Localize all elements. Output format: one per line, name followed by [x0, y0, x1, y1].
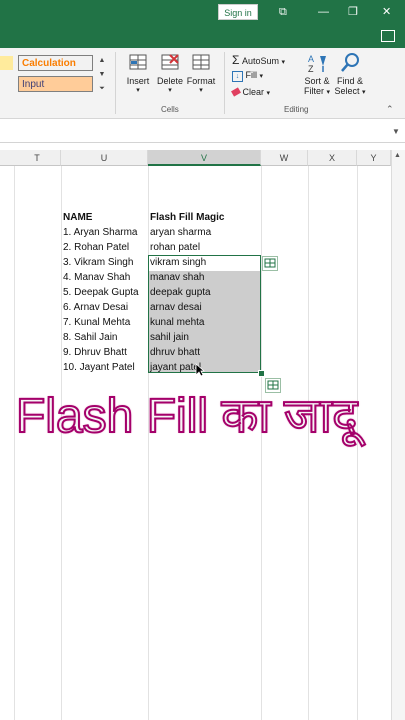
clear-button[interactable]: Clear ▾ [231, 87, 271, 97]
delete-cells-icon [161, 54, 179, 70]
find-dropdown-icon: ▾ [362, 89, 366, 96]
vertical-scrollbar[interactable] [391, 150, 405, 720]
ribbon-separator [115, 52, 116, 114]
sigma-icon: Σ [232, 53, 240, 67]
title-bar: Sign in ⧉ — ❐ ✕ [0, 0, 405, 24]
format-cells-icon [192, 54, 210, 70]
flash-cell[interactable]: vikram singh [150, 256, 206, 270]
name-cell[interactable]: 10. Jayant Patel [63, 361, 135, 375]
name-cell[interactable]: 4. Manav Shah [63, 271, 130, 285]
flash-cell[interactable]: sahil jain [150, 331, 189, 345]
format-dropdown-icon: ▾ [199, 87, 203, 94]
flash-cell[interactable]: manav shah [150, 271, 204, 285]
name-cell[interactable]: 3. Vikram Singh [63, 256, 133, 270]
flash-cell[interactable]: jayant patel [150, 361, 201, 375]
restore-icon[interactable]: ❐ [348, 5, 358, 19]
style-input[interactable]: Input [18, 76, 93, 92]
name-cell[interactable]: 1. Aryan Sharma [63, 226, 137, 240]
styles-more-icon[interactable]: ⏷ [97, 84, 107, 94]
column-header-w[interactable]: W [261, 150, 308, 166]
column-header-u[interactable]: U [61, 150, 148, 166]
delete-dropdown-icon: ▾ [168, 87, 172, 94]
name-cell[interactable]: 6. Arnav Desai [63, 301, 128, 315]
close-icon[interactable]: ✕ [382, 5, 391, 19]
scroll-up-icon[interactable]: ▲ [394, 152, 401, 159]
ribbon-separator [224, 52, 225, 114]
svg-text:A: A [308, 54, 314, 64]
autosum-button[interactable]: Σ AutoSum ▾ [232, 53, 285, 67]
fill-down-icon: ↓ [232, 71, 243, 82]
sort-dropdown-icon: ▾ [326, 89, 331, 96]
delete-button[interactable]: Delete ▾ [155, 52, 185, 94]
insert-cells-icon [129, 54, 147, 70]
column-header-t[interactable]: T [14, 150, 61, 166]
cell-flash-fill-header[interactable]: Flash Fill Magic [150, 211, 224, 225]
styles-scroll-up-icon[interactable]: ▲ [97, 56, 107, 66]
name-cell[interactable]: 9. Dhruv Bhatt [63, 346, 127, 360]
flash-cell[interactable]: aryan sharma [150, 226, 211, 240]
name-cell[interactable]: 5. Deepak Gupta [63, 286, 139, 300]
format-button[interactable]: Format ▾ [185, 52, 217, 94]
flash-cell[interactable]: rohan patel [150, 241, 200, 255]
ribbon: Calculation Input ▲ ▼ ⏷ Insert ▾ Delete … [0, 48, 405, 119]
sort-filter-button[interactable]: A Z Sort & Filter ▾ [300, 52, 334, 96]
collapse-ribbon-icon[interactable]: ⌃ [386, 104, 394, 115]
minimize-icon[interactable]: — [318, 5, 329, 19]
column-header-y[interactable]: Y [357, 150, 391, 166]
fill-dropdown-icon: ▾ [259, 73, 264, 80]
name-cell[interactable]: 7. Kunal Mehta [63, 316, 130, 330]
column-header-v[interactable]: V [148, 150, 261, 166]
column-header-blank [0, 150, 14, 166]
autosum-dropdown-icon: ▾ [281, 59, 285, 66]
comments-icon[interactable] [381, 30, 395, 42]
name-cell[interactable]: 8. Sahil Jain [63, 331, 117, 345]
fill-handle[interactable] [258, 370, 265, 377]
expand-formula-bar-icon[interactable]: ▼ [392, 127, 400, 136]
svg-text:Z: Z [308, 64, 314, 74]
grid-line [14, 166, 15, 720]
cell-name-header[interactable]: NAME [63, 211, 92, 225]
ribbon-display-icon[interactable]: ⧉ [279, 5, 287, 19]
style-calculation[interactable]: Calculation [18, 55, 93, 71]
insert-button[interactable]: Insert ▾ [121, 52, 155, 94]
fill-button[interactable]: ↓ Fill ▾ [232, 70, 263, 82]
ribbon-tabs-bar [0, 24, 405, 48]
find-select-button[interactable]: Find & Select ▾ [333, 52, 367, 96]
sort-az-icon: A Z [308, 54, 326, 74]
formula-bar[interactable]: ▼ [0, 124, 405, 143]
sign-in-button[interactable]: Sign in [218, 4, 258, 20]
overlay-caption: Flash Fill का जादू [15, 389, 359, 444]
styles-scroll-down-icon[interactable]: ▼ [97, 70, 107, 80]
flash-cell[interactable]: deepak gupta [150, 286, 211, 300]
flash-fill-options-icon[interactable] [262, 256, 278, 271]
column-header-x[interactable]: X [308, 150, 357, 166]
mouse-pointer-icon [195, 363, 205, 377]
editing-group-label: Editing [284, 105, 309, 114]
style-swatch-neutral[interactable] [0, 56, 13, 70]
clear-dropdown-icon: ▾ [266, 90, 271, 97]
eraser-icon [231, 87, 241, 97]
flash-cell[interactable]: kunal mehta [150, 316, 204, 330]
flash-cell[interactable]: dhruv bhatt [150, 346, 200, 360]
magnifier-icon [341, 53, 359, 72]
insert-dropdown-icon: ▾ [136, 87, 140, 94]
cells-group-label: Cells [161, 105, 179, 114]
name-cell[interactable]: 2. Rohan Patel [63, 241, 129, 255]
flash-cell[interactable]: arnav desai [150, 301, 202, 315]
